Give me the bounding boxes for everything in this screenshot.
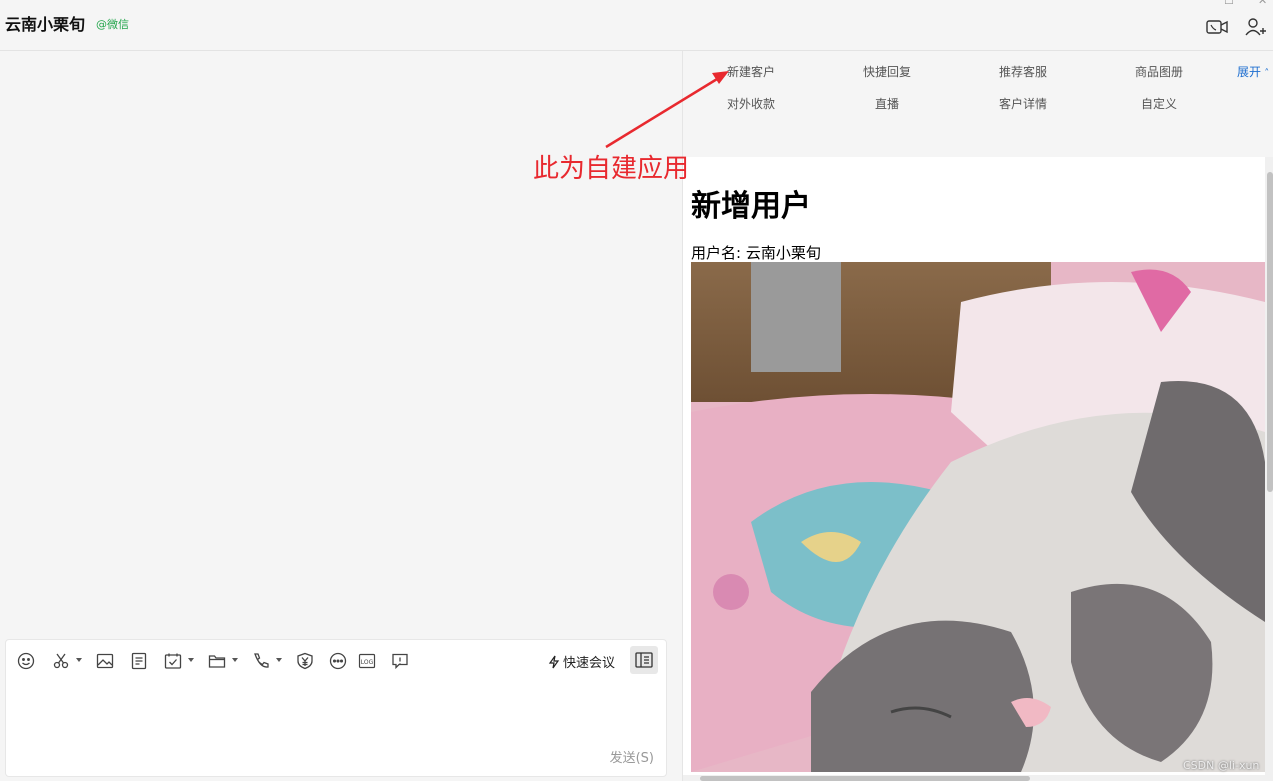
username-value: 云南小栗旬 [745, 244, 821, 262]
more-icon[interactable] [329, 652, 349, 670]
app-product-catalog[interactable]: 商品图册 [1109, 63, 1209, 80]
add-member-icon[interactable] [1244, 16, 1268, 38]
username-line: 用户名: 云南小栗旬 [691, 242, 821, 263]
expand-button[interactable]: 展开 ˄ [1237, 63, 1269, 80]
app-quick-reply[interactable]: 快捷回复 [837, 63, 937, 80]
schedule-icon[interactable] [164, 652, 184, 670]
folder-icon[interactable] [208, 652, 228, 670]
annotation-label: 此为自建应用 [533, 154, 690, 184]
contact-source-tag: @微信 [96, 18, 129, 31]
document-icon[interactable] [130, 652, 150, 670]
sidebar-icon [635, 652, 653, 668]
username-label: 用户名: [691, 244, 742, 262]
payment-icon[interactable] [296, 652, 316, 670]
screenshot-dropdown-icon[interactable] [76, 658, 82, 662]
app-new-customer[interactable]: 新建客户 [701, 63, 801, 80]
contact-name: 云南小栗旬 [5, 15, 86, 34]
apps-toolbar: 新建客户 快捷回复 推荐客服 商品图册 对外收款 直播 客户详情 自定义 展开 … [683, 51, 1273, 155]
schedule-dropdown-icon[interactable] [188, 658, 194, 662]
watermark: CSDN @li-xun [1183, 759, 1260, 772]
send-button[interactable]: 发送(S) [610, 747, 654, 766]
phone-dropdown-icon[interactable] [276, 658, 282, 662]
screenshot-scissors-icon[interactable] [52, 652, 72, 670]
side-panel-toggle-button[interactable] [630, 646, 658, 674]
page-title: 新增用户 [691, 189, 811, 224]
webview-vertical-scroll-thumb[interactable] [1267, 172, 1273, 492]
folder-dropdown-icon[interactable] [232, 658, 238, 662]
app-customer-details[interactable]: 客户详情 [973, 95, 1073, 112]
image-icon[interactable] [96, 652, 116, 670]
video-call-icon[interactable] [1205, 16, 1229, 38]
chat-header: 云南小栗旬 @微信 ☐ ✕ [0, 0, 1273, 51]
user-photo [691, 262, 1265, 772]
chevron-up-icon: ˄ [1261, 68, 1270, 79]
expand-label: 展开 [1237, 65, 1262, 79]
app-recommend-service[interactable]: 推荐客服 [973, 63, 1073, 80]
log-icon[interactable]: LOG [358, 652, 378, 670]
app-live[interactable]: 直播 [837, 95, 937, 112]
app-external-payment[interactable]: 对外收款 [701, 95, 801, 112]
feedback-icon[interactable] [391, 652, 411, 670]
emoji-icon[interactable] [17, 652, 37, 670]
message-composer[interactable]: LOG 快速会议 发送(S) [5, 639, 667, 777]
quick-meeting-button[interactable]: 快速会议 [547, 652, 615, 671]
quick-meeting-label: 快速会议 [563, 656, 616, 671]
app-webview[interactable]: 新增用户 用户名: 云南小栗旬 [683, 157, 1265, 781]
maximize-icon[interactable]: ☐ [1224, 0, 1234, 7]
webview-horizontal-scroll-thumb[interactable] [700, 776, 1030, 781]
svg-text:LOG: LOG [361, 659, 374, 666]
lightning-icon [548, 655, 560, 668]
app-custom[interactable]: 自定义 [1109, 95, 1209, 112]
phone-icon[interactable] [252, 652, 272, 670]
close-icon[interactable]: ✕ [1258, 0, 1267, 7]
